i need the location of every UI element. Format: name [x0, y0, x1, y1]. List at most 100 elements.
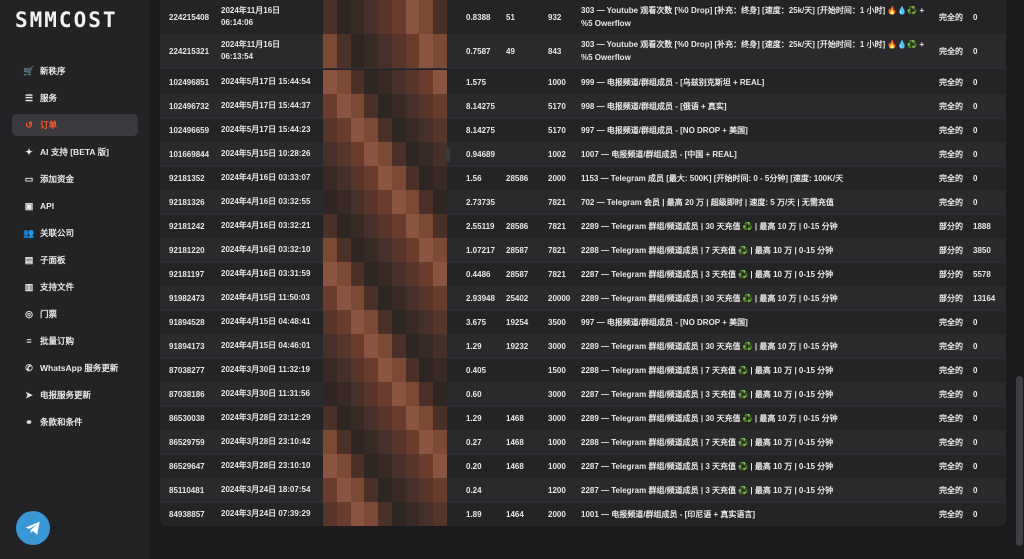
order-status: 完全的	[939, 365, 963, 375]
redacted-link	[323, 334, 448, 358]
order-id: 101669844	[169, 149, 210, 159]
order-remains: 0	[973, 125, 978, 135]
sidebar-item-7[interactable]: ▤ 子面板	[12, 249, 138, 271]
order-service: 2289 — Telegram 群组/频道成员 | 30 天充值 ♻️ | 最高…	[581, 221, 838, 231]
layers-icon: ≡	[26, 336, 32, 346]
order-id: 84938857	[169, 509, 205, 519]
order-start-count: 19254	[506, 317, 529, 327]
order-remains: 1888	[973, 221, 991, 231]
brand-logo[interactable]: SMMCOST	[15, 8, 118, 32]
brain-icon: ✦	[25, 146, 33, 157]
sidebar-nav: 🛒 新秩序 ☰ 服务 ↺ 订单 ✦ AI 支持 [BETA 版] ▭ 添加资金 ▣ API 👥 关联公司 ▤…	[12, 60, 138, 438]
order-service: 1001 — 电报频道/群组成员 - [印尼语 + 真实语言]	[581, 509, 756, 519]
order-status: 完全的	[939, 46, 963, 56]
order-start-count: 28587	[506, 245, 529, 255]
order-remains: 0	[973, 461, 978, 471]
sidebar-item-label: 门票	[40, 309, 58, 319]
order-charge: 2.73735	[466, 197, 495, 207]
ticket-icon: ◎	[25, 308, 33, 319]
redacted-link	[323, 118, 448, 142]
order-link	[323, 286, 463, 310]
order-charge: 2.55119	[466, 221, 495, 231]
order-link	[323, 502, 463, 526]
redacted-link	[323, 406, 448, 430]
order-id: 86530038	[169, 413, 205, 423]
order-link	[323, 94, 463, 118]
order-charge: 1.29	[466, 413, 482, 423]
order-quantity: 20000	[548, 293, 571, 303]
order-remains: 0	[973, 413, 978, 423]
scrollbar-thumb[interactable]	[1016, 376, 1023, 546]
telegram-support-button[interactable]	[16, 511, 50, 545]
order-date: 2024年4月15日 04:46:01	[221, 341, 311, 350]
order-service: 2287 — Telegram 群组/频道成员 | 3 天充值 ♻️ | 最高 …	[581, 389, 834, 399]
sidebar-item-1[interactable]: ☰ 服务	[12, 87, 138, 109]
order-date: 2024年3月30日 11:31:56	[221, 389, 310, 398]
order-quantity: 3000	[548, 413, 566, 423]
redacted-link	[323, 286, 448, 310]
order-date: 2024年4月15日 11:50:03	[221, 293, 310, 302]
table-row: 91894528 2024年4月15日 04:48:41 3.675 19254 350…	[160, 310, 1006, 335]
order-service: 2289 — Telegram 群组/频道成员 | 30 天充值 ♻️ | 最高…	[581, 413, 838, 423]
order-start-count: 28586	[506, 173, 529, 183]
order-start-count: 49	[506, 46, 515, 56]
sidebar-item-9[interactable]: ◎ 门票	[12, 303, 138, 325]
order-quantity: 5170	[548, 125, 566, 135]
sidebar-item-6[interactable]: 👥 关联公司	[12, 222, 138, 244]
sidebar-item-13[interactable]: ⚭ 条款和条件	[12, 411, 138, 433]
sidebar-item-12[interactable]: ➤ 电报服务更新	[12, 384, 138, 406]
redacted-link	[323, 502, 448, 526]
order-status: 完全的	[939, 341, 963, 351]
order-charge: 0.94689	[466, 149, 495, 159]
sidebar-item-label: 电报服务更新	[40, 390, 92, 400]
sidebar-item-0[interactable]: 🛒 新秩序	[12, 60, 138, 82]
order-remains: 0	[973, 365, 978, 375]
order-date: 2024年3月24日 07:39:29	[221, 509, 311, 518]
sidebar-item-8[interactable]: ▥ 支持文件	[12, 276, 138, 298]
order-id: 86529647	[169, 461, 205, 471]
order-status: 完全的	[939, 413, 963, 423]
order-charge: 0.24	[466, 485, 482, 495]
order-start-count: 1468	[506, 437, 524, 447]
order-date: 2024年3月24日 18:07:54	[221, 485, 311, 494]
sidebar-item-11[interactable]: ✆ WhatsApp 服务更新	[12, 357, 138, 379]
sidebar-item-label: 订单	[40, 120, 58, 130]
order-status: 完全的	[939, 12, 963, 22]
order-start-count: 51	[506, 12, 515, 22]
order-date: 2024年3月28日 23:10:42	[221, 437, 311, 446]
sidebar-item-label: 添加资金	[40, 174, 75, 184]
sidebar-item-4[interactable]: ▭ 添加资金	[12, 168, 138, 190]
order-status: 完全的	[939, 173, 963, 183]
redacted-link	[323, 166, 448, 190]
sidebar-item-3[interactable]: ✦ AI 支持 [BETA 版]	[12, 141, 138, 163]
order-quantity: 7821	[548, 221, 566, 231]
sidebar-item-10[interactable]: ≡ 批量订购	[12, 330, 138, 352]
sidebar-item-5[interactable]: ▣ API	[12, 195, 138, 217]
order-link	[323, 190, 463, 214]
sidebar-item-2[interactable]: ↺ 订单	[12, 114, 138, 136]
order-link	[323, 430, 463, 454]
row-marker	[446, 148, 450, 162]
order-remains: 0	[973, 46, 978, 56]
order-service: 2287 — Telegram 群组/频道成员 | 3 天充值 ♻️ | 最高 …	[581, 269, 834, 279]
sidebar-item-label: 子面板	[40, 255, 66, 265]
order-id: 92181220	[169, 245, 205, 255]
telegram-icon	[25, 521, 40, 535]
order-id: 102496659	[169, 125, 210, 135]
redacted-link	[323, 430, 448, 454]
table-row: 85110481 2024年3月24日 18:07:54 0.24 1200 2287 …	[160, 478, 1006, 503]
order-remains: 0	[973, 12, 978, 22]
order-link	[323, 142, 463, 166]
order-status: 完全的	[939, 101, 963, 111]
order-quantity: 5170	[548, 101, 566, 111]
order-id: 85110481	[169, 485, 205, 495]
table-row: 86529759 2024年3月28日 23:10:42 0.27 1468 1000 2…	[160, 430, 1006, 455]
order-date: 2024年11月16日 06:13:54	[221, 40, 281, 61]
order-date: 2024年3月28日 23:10:10	[221, 461, 311, 470]
cart-icon: 🛒	[23, 65, 35, 76]
order-quantity: 2000	[548, 173, 566, 183]
order-service: 2289 — Telegram 群组/频道成员 | 30 天充值 ♻️ | 最高…	[581, 341, 838, 351]
order-id: 91894173	[169, 341, 205, 351]
whatsapp-icon: ✆	[25, 362, 33, 373]
order-id: 91982473	[169, 293, 205, 303]
